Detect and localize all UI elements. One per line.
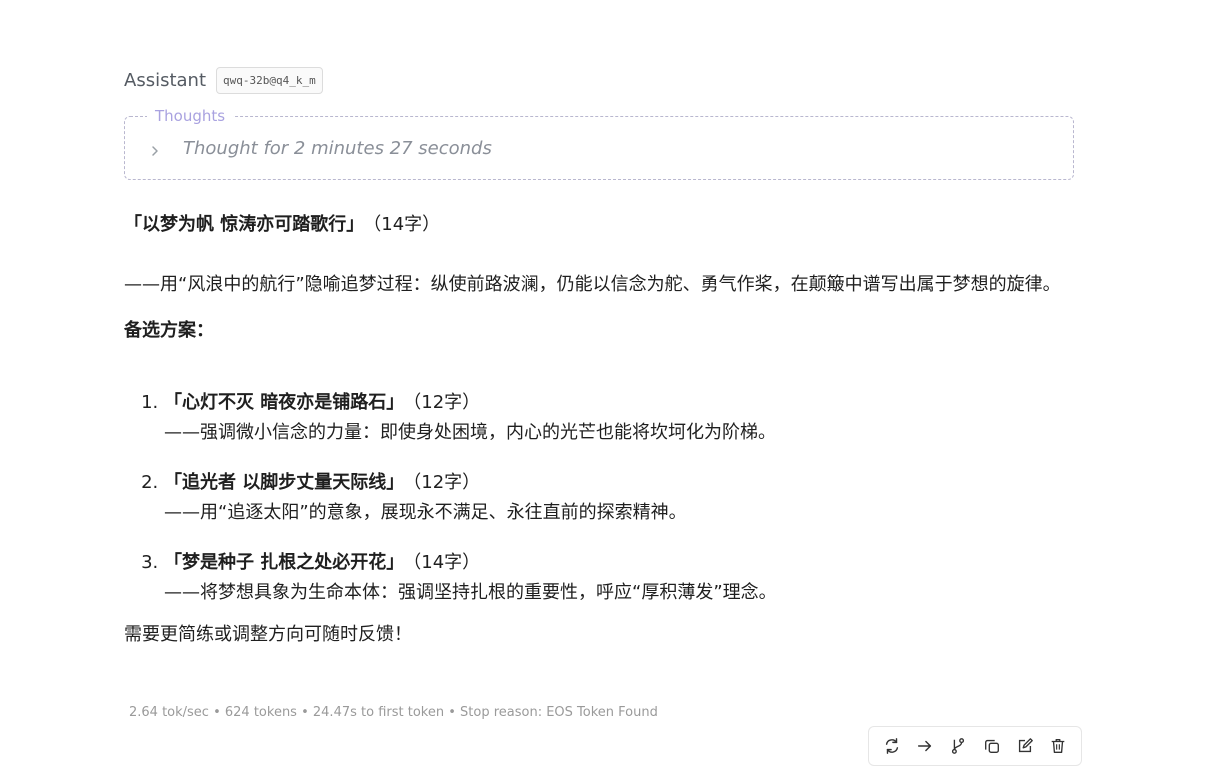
- list-item: 「追光者 以脚步丈量天际线」 （12字） ——用“追逐太阳”的意象，展现永不满足、…: [164, 468, 1074, 528]
- generation-stats: 2.64 tok/sec • 624 tokens • 24.47s to fi…: [129, 705, 658, 720]
- regenerate-icon[interactable]: [881, 735, 903, 757]
- alt-count: （12字）: [412, 392, 481, 413]
- branch-icon[interactable]: [947, 735, 969, 757]
- main-title-text: 「以梦为帆 惊涛亦可踏歌行」: [124, 214, 365, 235]
- main-title: 「以梦为帆 惊涛亦可踏歌行」 （14字）: [124, 210, 1074, 240]
- alt-name: 「心灯不灭 暗夜亦是铺路石」: [164, 392, 405, 413]
- copy-icon[interactable]: [981, 735, 1003, 757]
- continue-icon[interactable]: [914, 735, 936, 757]
- list-item: 「梦是种子 扎根之处必开花」 （14字） ——将梦想具象为生命本体：强调坚持扎根的…: [164, 548, 1074, 608]
- model-badge[interactable]: qwq-32b@q4_k_m: [216, 66, 323, 94]
- alternatives-list: 「心灯不灭 暗夜亦是铺路石」 （12字） ——强调微小信念的力量：即使身处困境，内…: [124, 388, 1074, 608]
- alt-count: （12字）: [412, 472, 481, 493]
- thoughts-summary: Thought for 2 minutes 27 seconds: [183, 137, 492, 159]
- list-item: 「心灯不灭 暗夜亦是铺路石」 （12字） ——强调微小信念的力量：即使身处困境，内…: [164, 388, 1074, 448]
- alt-name: 「追光者 以脚步丈量天际线」: [164, 472, 405, 493]
- alternatives-heading: 备选方案：: [124, 320, 214, 341]
- alt-count: （14字）: [412, 552, 481, 573]
- edit-icon[interactable]: [1014, 735, 1036, 757]
- alt-desc: ——将梦想具象为生命本体：强调坚持扎根的重要性，呼应“厚积薄发”理念。: [164, 582, 777, 603]
- message-toolbar: [868, 726, 1082, 766]
- thoughts-toggle[interactable]: Thought for 2 minutes 27 seconds: [125, 117, 1073, 179]
- alt-desc: ——强调微小信念的力量：即使身处困境，内心的光芒也能将坎坷化为阶梯。: [164, 422, 776, 443]
- role-label: Assistant: [124, 69, 207, 91]
- message-header: Assistant qwq-32b@q4_k_m: [124, 64, 1074, 96]
- thoughts-panel[interactable]: Thoughts Thought for 2 minutes 27 second…: [124, 107, 1074, 180]
- closing-text: 需要更简练或调整方向可随时反馈！: [124, 624, 412, 645]
- chevron-right-icon[interactable]: [149, 142, 161, 156]
- delete-icon[interactable]: [1047, 735, 1069, 757]
- alt-name: 「梦是种子 扎根之处必开花」: [164, 552, 405, 573]
- main-description: ——用“风浪中的航行”隐喻追梦过程：纵使前路波澜，仍能以信念为舵、勇气作桨，在颠…: [124, 274, 1061, 295]
- assistant-message: Assistant qwq-32b@q4_k_m Thoughts Though…: [124, 64, 1074, 645]
- message-content: 「以梦为帆 惊涛亦可踏歌行」 （14字） ——用“风浪中的航行”隐喻追梦过程：纵使…: [124, 210, 1074, 650]
- thoughts-legend: Thoughts: [147, 107, 234, 125]
- alt-desc: ——用“追逐太阳”的意象，展现永不满足、永往直前的探索精神。: [164, 502, 687, 523]
- main-title-count: （14字）: [372, 214, 441, 235]
